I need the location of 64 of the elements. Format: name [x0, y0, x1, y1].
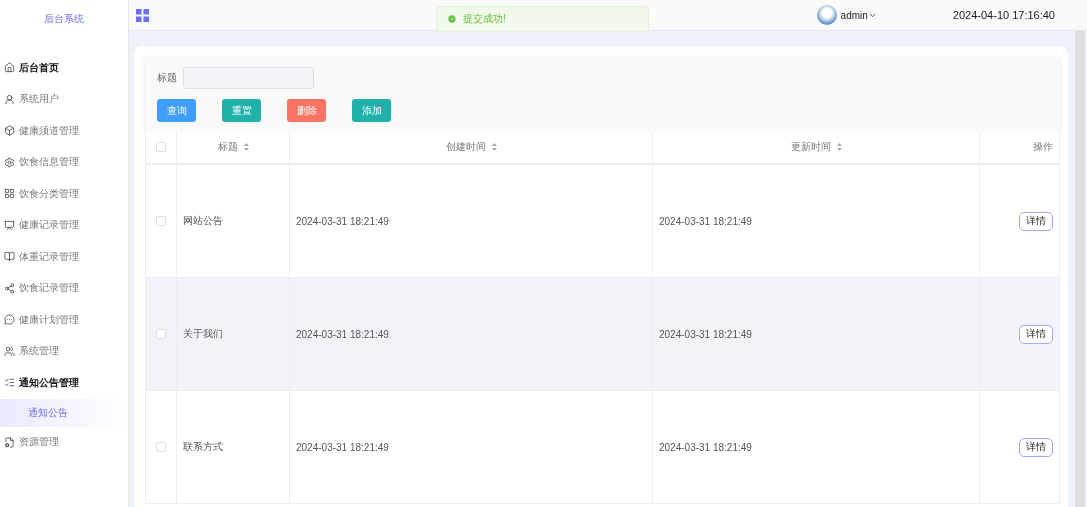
table-cell: 2024-03-31 18:21:49 — [290, 278, 653, 391]
menu-item[interactable]: 体重记录管理 — [0, 241, 128, 273]
table-cell: 2024-03-31 18:21:49 — [290, 391, 653, 504]
field-label: 标题 — [157, 71, 177, 85]
menu-item[interactable]: 健康记录管理 — [0, 209, 128, 241]
column-title: 标题 — [217, 140, 238, 154]
menu-item[interactable]: 饮食记录管理 — [0, 272, 128, 304]
title-input[interactable] — [183, 67, 314, 89]
menu-item[interactable]: 饮食分类管理 — [0, 178, 128, 210]
action-button[interactable]: 添加 — [352, 99, 391, 122]
users-icon — [4, 345, 15, 357]
menu-item[interactable]: 系统用户 — [0, 83, 128, 115]
action-button[interactable]: 重置 — [222, 99, 261, 122]
cube-icon — [4, 125, 15, 137]
header-cell[interactable]: 更新时间 — [653, 131, 980, 165]
row-checkbox[interactable] — [156, 442, 166, 452]
date-time: 2024-04-10 17:16:40 — [952, 9, 1055, 21]
header-cell[interactable]: 创建时间 — [290, 131, 653, 165]
table-cell: 网站公告 — [177, 165, 290, 278]
select-all-checkbox[interactable] — [156, 142, 166, 152]
home-icon — [4, 62, 15, 74]
header-cell[interactable]: 标题 — [177, 131, 290, 165]
table-cell: 2024-03-31 18:21:49 — [290, 165, 653, 278]
menu-item[interactable]: 健康须道管理 — [0, 115, 128, 147]
menu-item[interactable]: 饮食信息管理 — [0, 146, 128, 178]
row-checkbox[interactable] — [156, 216, 166, 226]
menu-item[interactable]: 资源管理 — [0, 426, 128, 458]
detail-button[interactable]: 详情 — [1019, 211, 1053, 231]
row-checkbox[interactable] — [156, 329, 166, 339]
column-title: 更新时间 — [790, 140, 831, 154]
menu-item[interactable]: 通知公告管理 — [0, 367, 128, 399]
toast-message: 提交成功! — [463, 12, 506, 26]
action-button[interactable]: 删除 — [287, 99, 326, 122]
user-name[interactable]: admin — [840, 9, 868, 21]
sort-icon[interactable] — [836, 143, 842, 151]
file-settings-icon — [4, 436, 15, 448]
avatar[interactable] — [816, 5, 837, 25]
check-icon — [447, 14, 457, 24]
column-title: 创建时间 — [445, 140, 486, 154]
scrollbar[interactable] — [1075, 31, 1085, 507]
table-cell: 2024-03-31 18:21:49 — [653, 391, 980, 504]
menu-item[interactable]: 系统管理 — [0, 335, 128, 367]
table-cell: 关于我们 — [177, 278, 290, 391]
column-title: 操作 — [1033, 140, 1053, 154]
table-cell: 联系方式 — [177, 391, 290, 504]
table-cell: 2024-03-31 18:21:49 — [653, 165, 980, 278]
sort-icon[interactable] — [243, 143, 249, 151]
chat-icon — [4, 314, 15, 326]
list-icon — [4, 377, 15, 389]
menu-item[interactable]: 后台首页 — [0, 52, 128, 84]
grid-icon — [4, 188, 15, 200]
detail-button[interactable]: 详情 — [1019, 324, 1053, 344]
detail-button[interactable]: 详情 — [1019, 437, 1053, 457]
gear-icon — [4, 156, 15, 168]
user-icon — [4, 93, 15, 105]
logo-text: 后台系统 — [43, 12, 85, 26]
grid-icon[interactable] — [136, 8, 149, 22]
book-icon — [4, 251, 15, 263]
board-icon — [4, 219, 15, 231]
menu-item[interactable]: 健康计划管理 — [0, 304, 128, 336]
action-button[interactable]: 查询 — [157, 99, 196, 122]
table-cell: 2024-03-31 18:21:49 — [653, 278, 980, 391]
share-icon — [4, 282, 15, 294]
sort-icon[interactable] — [491, 143, 497, 151]
